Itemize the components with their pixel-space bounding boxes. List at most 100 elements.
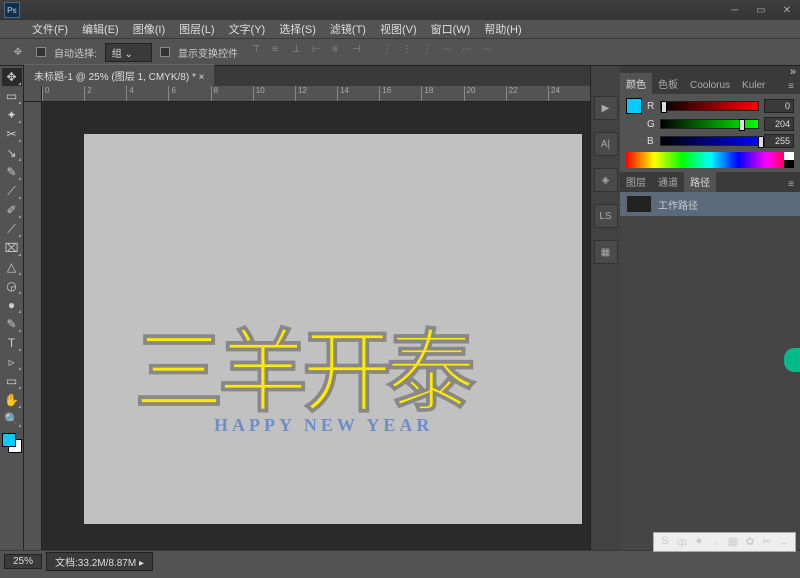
panel-tab[interactable]: Coolorus	[684, 77, 736, 94]
menu-item[interactable]: 选择(S)	[279, 21, 316, 37]
align-left-icon[interactable]: ⊢	[312, 44, 328, 60]
panel-group: » 颜色色板CoolorusKuler≡ R0G204B255 图层通道路径≡ …	[620, 66, 800, 550]
menu-item[interactable]: 帮助(H)	[484, 21, 521, 37]
distribute-icon[interactable]: ⋯	[482, 44, 498, 60]
path-thumbnail	[626, 195, 652, 213]
minimize-button[interactable]: ─	[722, 2, 748, 18]
menu-item[interactable]: 窗口(W)	[431, 21, 471, 37]
distribute-icon[interactable]: ⋯	[442, 44, 458, 60]
tool-button[interactable]: ⌧	[2, 239, 22, 257]
options-bar: ✥ 自动选择: 组 ⌄ 显示变换控件 ⊤ ≡ ⊥ ⊢ ≡ ⊣ ⋮ ⋮ ⋮ ⋯ ⋯…	[0, 38, 800, 66]
show-transform-checkbox[interactable]	[160, 47, 170, 57]
align-right-icon[interactable]: ⊣	[352, 44, 368, 60]
auto-select-checkbox[interactable]	[36, 47, 46, 57]
close-button[interactable]: ✕	[774, 2, 800, 18]
distribute-icon[interactable]: ⋮	[382, 44, 398, 60]
distribute-icon[interactable]: ⋮	[422, 44, 438, 60]
show-transform-label: 显示变换控件	[178, 45, 238, 60]
channel-label: R	[647, 101, 655, 112]
channel-label: B	[647, 136, 655, 147]
menu-item[interactable]: 图层(L)	[179, 21, 214, 37]
panel-menu-icon[interactable]: ≡	[782, 79, 800, 94]
horizontal-ruler[interactable]: 024681012141618202224	[42, 86, 590, 102]
ruler-origin[interactable]	[24, 86, 42, 102]
tool-button[interactable]: ▭	[2, 87, 22, 105]
ime-tray-icon[interactable]: 中	[675, 535, 689, 549]
tool-button[interactable]: ✎	[2, 315, 22, 333]
color-value-input[interactable]: 0	[764, 99, 794, 113]
color-spectrum[interactable]	[626, 152, 794, 168]
path-item-label: 工作路径	[658, 197, 698, 212]
ime-tray-icon[interactable]: ●	[692, 535, 706, 549]
distribute-icon[interactable]: ⋮	[402, 44, 418, 60]
panel-tab[interactable]: Kuler	[736, 77, 771, 94]
ls-panel-icon[interactable]: LS	[594, 204, 618, 228]
ime-tray-icon[interactable]: S	[658, 535, 672, 549]
panel-tab[interactable]: 通道	[652, 171, 684, 192]
tool-button[interactable]: ↘	[2, 144, 22, 162]
align-top-icon[interactable]: ⊤	[252, 44, 268, 60]
color-swatch[interactable]	[626, 98, 642, 114]
panel-tab[interactable]: 颜色	[620, 73, 652, 94]
tool-button[interactable]: ◶	[2, 277, 22, 295]
tool-button[interactable]: ✦	[2, 106, 22, 124]
document-tab[interactable]: 未标题-1 @ 25% (图层 1, CMYK/8) * ×	[24, 64, 214, 86]
menu-item[interactable]: 文字(Y)	[229, 21, 266, 37]
tool-button[interactable]: 🔍	[2, 410, 22, 428]
document-workspace: 未标题-1 @ 25% (图层 1, CMYK/8) * × 024681012…	[24, 66, 590, 550]
color-slider[interactable]	[660, 101, 759, 111]
foreground-background-colors[interactable]	[2, 433, 22, 453]
tool-button[interactable]: T	[2, 334, 22, 352]
ime-tray-icon[interactable]: ,	[709, 535, 723, 549]
color-value-input[interactable]: 255	[764, 134, 794, 148]
path-list-item[interactable]: 工作路径	[620, 192, 800, 216]
side-badge[interactable]	[784, 348, 800, 372]
tool-button[interactable]: ●	[2, 296, 22, 314]
color-slider[interactable]	[660, 136, 759, 146]
auto-select-mode-select[interactable]: 组 ⌄	[105, 43, 152, 62]
menu-item[interactable]: 滤镜(T)	[330, 21, 366, 37]
character-panel-icon[interactable]: A|	[594, 132, 618, 156]
maximize-button[interactable]: ▭	[748, 2, 774, 18]
layers-panel-icon[interactable]: ◈	[594, 168, 618, 192]
distribute-icon[interactable]: ⋯	[462, 44, 478, 60]
menu-item[interactable]: 图像(I)	[133, 21, 165, 37]
tool-button[interactable]: ⟋	[2, 182, 22, 200]
tool-button[interactable]: ▭	[2, 372, 22, 390]
document-info[interactable]: 文档:33.2M/8.87M ▸	[46, 552, 153, 571]
align-hcenter-icon[interactable]: ≡	[332, 44, 348, 60]
panel-menu-icon[interactable]: ≡	[782, 177, 800, 192]
canvas[interactable]: 三羊开泰 HAPPY NEW YEAR	[84, 134, 582, 524]
tool-button[interactable]: ✐	[2, 201, 22, 219]
panel-tab[interactable]: 路径	[684, 171, 716, 192]
menu-item[interactable]: 视图(V)	[380, 21, 417, 37]
menu-bar: 文件(F) 编辑(E) 图像(I) 图层(L) 文字(Y) 选择(S) 滤镜(T) 视图(V)…	[0, 20, 800, 38]
status-bar: 25% 文档:33.2M/8.87M ▸	[0, 550, 800, 572]
tool-button[interactable]: ✂	[2, 125, 22, 143]
vertical-ruler[interactable]	[24, 102, 42, 550]
tool-button[interactable]: ⟋	[2, 220, 22, 238]
tool-button[interactable]: ✎	[2, 163, 22, 181]
paths-panel: 工作路径	[620, 192, 800, 550]
swatches-panel-icon[interactable]: ▦	[594, 240, 618, 264]
tool-button[interactable]: ✥	[2, 68, 22, 86]
zoom-level[interactable]: 25%	[4, 554, 42, 569]
color-slider[interactable]	[660, 119, 759, 129]
ime-tray-icon[interactable]: ⌄	[777, 535, 791, 549]
ime-tray-icon[interactable]: ✂	[760, 535, 774, 549]
color-value-input[interactable]: 204	[764, 117, 794, 131]
ime-tray-icon[interactable]: ✿	[743, 535, 757, 549]
panel-tab[interactable]: 图层	[620, 171, 652, 192]
align-bottom-icon[interactable]: ⊥	[292, 44, 308, 60]
play-icon[interactable]: ▶	[594, 96, 618, 120]
menu-item[interactable]: 文件(F)	[32, 21, 68, 37]
tool-button[interactable]: ▹	[2, 353, 22, 371]
canvas-area[interactable]: 024681012141618202224 三羊开泰 HAPPY NEW YEA…	[24, 86, 590, 550]
menu-item[interactable]: 编辑(E)	[82, 21, 119, 37]
ime-tray-icon[interactable]: ▦	[726, 535, 740, 549]
panel-tab[interactable]: 色板	[652, 73, 684, 94]
tool-button[interactable]: △	[2, 258, 22, 276]
align-vcenter-icon[interactable]: ≡	[272, 44, 288, 60]
title-bar: Ps ─ ▭ ✕	[0, 0, 800, 20]
tool-button[interactable]: ✋	[2, 391, 22, 409]
